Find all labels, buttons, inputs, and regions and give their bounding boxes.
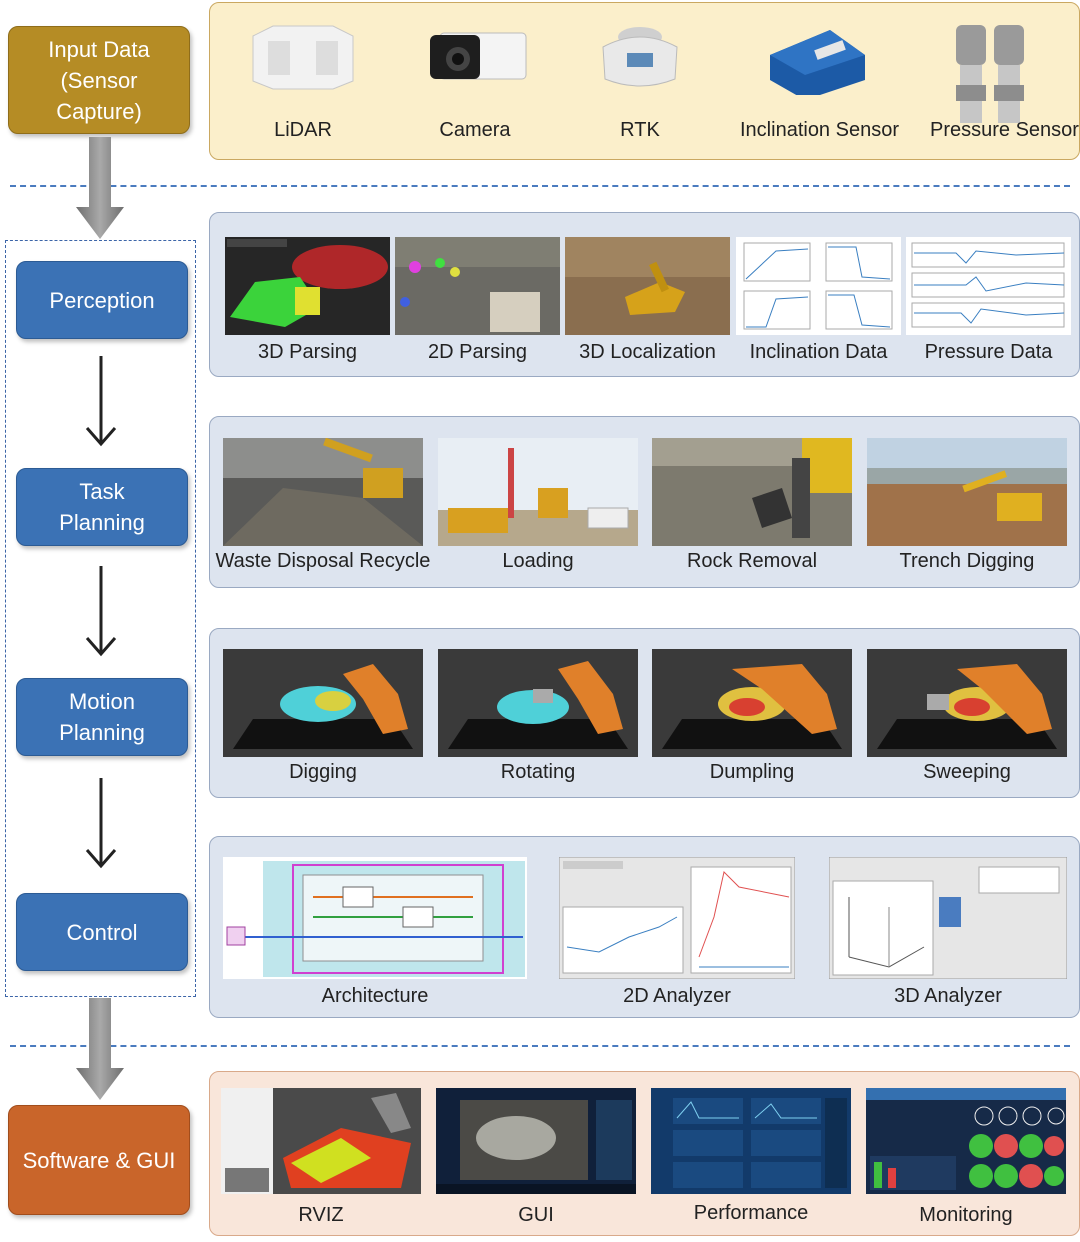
perception-panel: 3D Parsing 2D Parsing 3D Localization In… bbox=[209, 212, 1080, 377]
dumpling-sim-image bbox=[652, 649, 852, 757]
task-planning-panel: Waste Disposal Recycle Loading Rock Remo… bbox=[209, 416, 1080, 588]
3d-parsing-image bbox=[225, 237, 390, 335]
camera-icon bbox=[430, 32, 527, 80]
arrow-motion-to-control bbox=[85, 778, 117, 869]
task-trench-digging: Trench Digging bbox=[867, 438, 1067, 572]
motion-planning-panel: Digging Rotating Dumpling Sweeping bbox=[209, 628, 1080, 798]
sensor-inclination: Inclination Sensor bbox=[740, 25, 899, 141]
software-label: Monitoring bbox=[919, 1204, 1013, 1226]
task-label: Rock Removal bbox=[686, 550, 818, 572]
perception-pressure-data: Pressure Data bbox=[906, 237, 1071, 363]
stage-task-planning: Task Planning bbox=[16, 468, 188, 546]
motion-label: Rotating bbox=[500, 761, 576, 783]
perception-2d-parsing: 2D Parsing bbox=[395, 237, 560, 363]
task-loading: Loading bbox=[438, 438, 638, 572]
sensor-lidar: LiDAR bbox=[248, 21, 358, 141]
separator-top bbox=[10, 185, 1070, 187]
monitoring-image bbox=[866, 1088, 1066, 1194]
3d-localization-image bbox=[565, 237, 730, 335]
performance-image bbox=[651, 1088, 851, 1194]
rtk-icon bbox=[602, 27, 678, 87]
motion-label: Digging bbox=[289, 761, 357, 783]
task-rock-removal: Rock Removal bbox=[652, 438, 852, 572]
software-gui-panel: RVIZ GUI Performance Monitoring bbox=[209, 1071, 1080, 1236]
perception-inclination-data: Inclination Data bbox=[736, 237, 901, 363]
2d-parsing-image bbox=[395, 237, 560, 335]
arrow-task-to-motion bbox=[85, 566, 117, 657]
control-label: Architecture bbox=[321, 985, 429, 1007]
software-label: Performance bbox=[693, 1202, 809, 1224]
big-arrow-bottom bbox=[76, 998, 124, 1100]
control-3d-analyzer: 3D Analyzer bbox=[829, 857, 1067, 1007]
task-waste-disposal: Waste Disposal Recycle bbox=[216, 438, 430, 572]
software-label: GUI bbox=[518, 1204, 554, 1226]
control-label: 3D Analyzer bbox=[894, 985, 1002, 1007]
sensor-label: RTK bbox=[620, 119, 660, 141]
architecture-diagram-image bbox=[223, 857, 527, 979]
control-architecture: Architecture bbox=[223, 857, 527, 1007]
trench-digging-image bbox=[867, 438, 1067, 546]
rock-removal-image bbox=[652, 438, 852, 546]
stage-software-gui: Software & GUI bbox=[8, 1105, 190, 1215]
gui-image bbox=[436, 1088, 636, 1194]
sensor-label: Pressure Sensor bbox=[930, 119, 1079, 141]
sensor-label: Inclination Sensor bbox=[740, 119, 899, 141]
software-performance: Performance bbox=[651, 1088, 851, 1224]
motion-label: Dumpling bbox=[709, 761, 795, 783]
perception-3d-parsing: 3D Parsing bbox=[225, 237, 390, 363]
arrow-perception-to-task bbox=[85, 356, 117, 447]
sensor-label: LiDAR bbox=[274, 119, 332, 141]
software-monitoring: Monitoring bbox=[866, 1088, 1066, 1226]
loading-image bbox=[438, 438, 638, 546]
big-arrow-top bbox=[76, 137, 124, 239]
task-label: Trench Digging bbox=[899, 550, 1035, 572]
sensor-label: Camera bbox=[439, 119, 511, 141]
waste-disposal-image bbox=[223, 438, 423, 546]
stage-perception: Perception bbox=[16, 261, 188, 339]
control-label: 2D Analyzer bbox=[623, 985, 731, 1007]
motion-dumpling: Dumpling bbox=[652, 649, 852, 783]
perception-3d-localization: 3D Localization bbox=[565, 237, 730, 363]
sensor-rtk: RTK bbox=[595, 21, 685, 141]
motion-sweeping: Sweeping bbox=[867, 649, 1067, 783]
sensors-panel: LiDAR Camera RTK Inclination Sensor Pres… bbox=[209, 2, 1080, 160]
perception-label: Pressure Data bbox=[924, 341, 1053, 363]
pressure-chart-image bbox=[906, 237, 1071, 335]
control-2d-analyzer: 2D Analyzer bbox=[559, 857, 795, 1007]
3d-analyzer-image bbox=[829, 857, 1067, 979]
motion-digging: Digging bbox=[223, 649, 423, 783]
inclination-sensor-icon bbox=[770, 30, 865, 95]
separator-bottom bbox=[10, 1045, 1070, 1047]
rotating-sim-image bbox=[438, 649, 638, 757]
software-gui: GUI bbox=[436, 1088, 636, 1226]
sensor-pressure: Pressure Sensor bbox=[930, 25, 1079, 141]
sweeping-sim-image bbox=[867, 649, 1067, 757]
stage-input-data: Input Data (Sensor Capture) bbox=[8, 26, 190, 134]
software-rviz: RVIZ bbox=[221, 1088, 421, 1226]
pressure-sensor-icon bbox=[956, 25, 1024, 123]
digging-sim-image bbox=[223, 649, 423, 757]
task-label: Waste Disposal Recycle bbox=[215, 550, 431, 572]
control-panel: Architecture 2D Analyzer 3D Analyzer bbox=[209, 836, 1080, 1018]
stage-motion-planning: Motion Planning bbox=[16, 678, 188, 756]
motion-label: Sweeping bbox=[923, 761, 1011, 783]
software-label: RVIZ bbox=[298, 1204, 344, 1226]
task-label: Loading bbox=[502, 550, 574, 572]
lidar-icon bbox=[252, 25, 354, 90]
rviz-image bbox=[221, 1088, 421, 1194]
motion-rotating: Rotating bbox=[438, 649, 638, 783]
stage-control: Control bbox=[16, 893, 188, 971]
inclination-chart-image bbox=[736, 237, 901, 335]
sensor-camera: Camera bbox=[420, 21, 530, 141]
2d-analyzer-image bbox=[559, 857, 795, 979]
